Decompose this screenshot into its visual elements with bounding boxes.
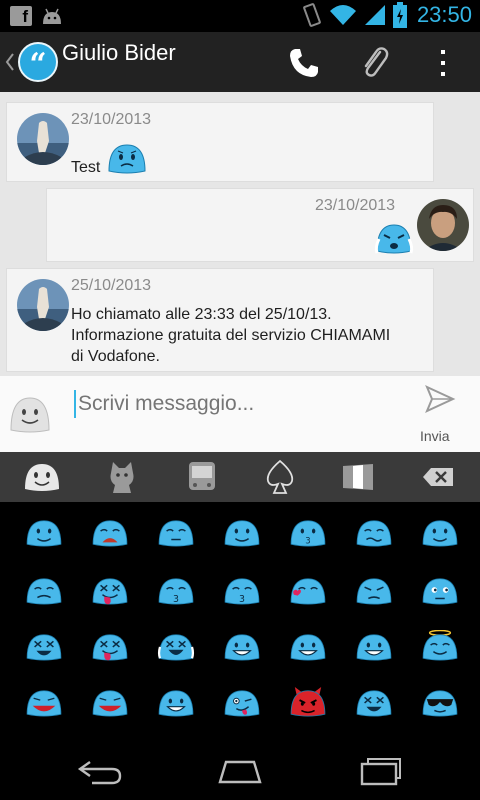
message-text-line: Informazione gratuita del servizio CHIAM… bbox=[71, 327, 391, 344]
cool-emoji-icon[interactable] bbox=[420, 686, 460, 718]
neutral-emoji-icon[interactable] bbox=[24, 574, 64, 606]
send-button-label[interactable]: Invia bbox=[420, 428, 450, 444]
big-grin-emoji-icon[interactable] bbox=[90, 686, 130, 718]
tab-backspace[interactable] bbox=[404, 452, 472, 502]
battery-icon bbox=[392, 2, 407, 28]
bus-tab-icon bbox=[189, 462, 215, 490]
smile-emoji-icon[interactable] bbox=[24, 516, 64, 548]
facebook-icon: f bbox=[10, 6, 32, 26]
kiss-emoji-icon[interactable]: 3 bbox=[222, 574, 262, 606]
recents-icon[interactable] bbox=[356, 756, 404, 786]
vibrate-icon bbox=[303, 3, 321, 27]
devil-emoji-icon[interactable] bbox=[288, 686, 328, 718]
signal-icon bbox=[364, 5, 385, 25]
emoji-grid: 3 3 3 bbox=[0, 502, 480, 738]
overflow-menu-icon[interactable] bbox=[438, 48, 448, 78]
contact-avatar[interactable] bbox=[17, 279, 69, 331]
big-grin-emoji-icon[interactable] bbox=[24, 686, 64, 718]
message-incoming: 23/10/2013 Test bbox=[6, 102, 434, 182]
svg-text:3: 3 bbox=[305, 535, 310, 545]
text-cursor bbox=[74, 390, 76, 418]
attachment-icon[interactable] bbox=[358, 44, 392, 80]
grin-emoji-icon[interactable] bbox=[222, 630, 262, 662]
laugh-emoji-icon[interactable] bbox=[354, 686, 394, 718]
grin-emoji-icon[interactable] bbox=[156, 686, 196, 718]
emoji-category-tabs bbox=[0, 452, 480, 502]
message-text-line: di Vodafone. bbox=[71, 348, 160, 365]
tab-places[interactable] bbox=[168, 452, 236, 502]
message-date: 25/10/2013 bbox=[71, 277, 152, 294]
laugh-emoji-icon[interactable] bbox=[24, 630, 64, 662]
message-input[interactable] bbox=[78, 392, 398, 416]
home-icon[interactable] bbox=[216, 756, 264, 786]
tongue-emoji-icon[interactable] bbox=[90, 630, 130, 662]
kiss-emoji-icon[interactable]: 3 bbox=[156, 574, 196, 606]
up-caret-icon[interactable] bbox=[4, 50, 16, 74]
own-avatar[interactable] bbox=[417, 199, 469, 251]
action-bar: “ Giulio Bider bbox=[0, 32, 480, 92]
backspace-icon bbox=[423, 468, 453, 486]
message-text-line: Ho chiamato alle 23:33 del 25/10/13. bbox=[71, 306, 332, 323]
grimace-emoji-icon[interactable] bbox=[354, 516, 394, 548]
wink-emoji-icon[interactable] bbox=[354, 574, 394, 606]
grin-emoji-icon[interactable] bbox=[288, 630, 328, 662]
spade-tab-icon bbox=[266, 459, 294, 494]
sleepy-emoji-icon[interactable] bbox=[156, 516, 196, 548]
smile-emoji-icon[interactable] bbox=[222, 516, 262, 548]
look-emoji-icon[interactable] bbox=[420, 574, 460, 606]
clock: 23:50 bbox=[416, 2, 472, 27]
message-text: Test bbox=[71, 159, 101, 176]
back-icon[interactable] bbox=[76, 756, 124, 786]
grin-emoji-icon[interactable] bbox=[354, 630, 394, 662]
status-bar: f 23:50 bbox=[0, 0, 480, 32]
message-outgoing: 23/10/2013 bbox=[46, 188, 474, 262]
kiss-heart-emoji-icon[interactable] bbox=[288, 574, 328, 606]
whistle-emoji-icon[interactable]: 3 bbox=[288, 516, 328, 548]
tab-smileys[interactable] bbox=[8, 452, 76, 502]
svg-text:“: “ bbox=[29, 47, 46, 80]
svg-text:3: 3 bbox=[239, 594, 245, 605]
app-logo-icon[interactable]: “ bbox=[18, 42, 58, 82]
message-date: 23/10/2013 bbox=[315, 197, 396, 214]
wink-tongue-emoji-icon[interactable] bbox=[222, 686, 262, 718]
contact-name[interactable]: Giulio Bider bbox=[62, 40, 176, 66]
wifi-icon bbox=[329, 5, 356, 25]
navigation-bar bbox=[0, 738, 480, 800]
tab-flags[interactable] bbox=[324, 452, 392, 502]
frown-emoji-icon[interactable] bbox=[90, 516, 130, 548]
angel-emoji-icon[interactable] bbox=[420, 630, 460, 662]
cry-laugh-emoji-icon[interactable] bbox=[156, 630, 196, 662]
emoji-picker-icon[interactable] bbox=[8, 392, 52, 434]
conversation-list[interactable]: 23/10/2013 Test 23/10/2013 25/10/2013 Ho… bbox=[0, 92, 480, 376]
flag-tab-icon bbox=[343, 464, 373, 490]
message-incoming: 25/10/2013 Ho chiamato alle 23:33 del 25… bbox=[6, 268, 434, 372]
cat-tab-icon bbox=[110, 462, 134, 493]
worried-emoji-icon bbox=[108, 144, 146, 174]
send-icon[interactable] bbox=[424, 384, 456, 414]
smiley-tab-icon bbox=[25, 464, 59, 491]
crying-emoji-icon bbox=[374, 224, 414, 254]
message-date: 23/10/2013 bbox=[71, 111, 152, 128]
phone-icon[interactable] bbox=[287, 46, 321, 80]
composer: Invia bbox=[0, 376, 480, 452]
tab-animals[interactable] bbox=[88, 452, 156, 502]
smile-emoji-icon[interactable] bbox=[420, 516, 460, 548]
svg-text:3: 3 bbox=[173, 594, 179, 605]
tongue-emoji-icon[interactable] bbox=[90, 574, 130, 606]
contact-avatar[interactable] bbox=[17, 113, 69, 165]
tab-symbols[interactable] bbox=[246, 452, 314, 502]
android-icon bbox=[43, 8, 61, 24]
